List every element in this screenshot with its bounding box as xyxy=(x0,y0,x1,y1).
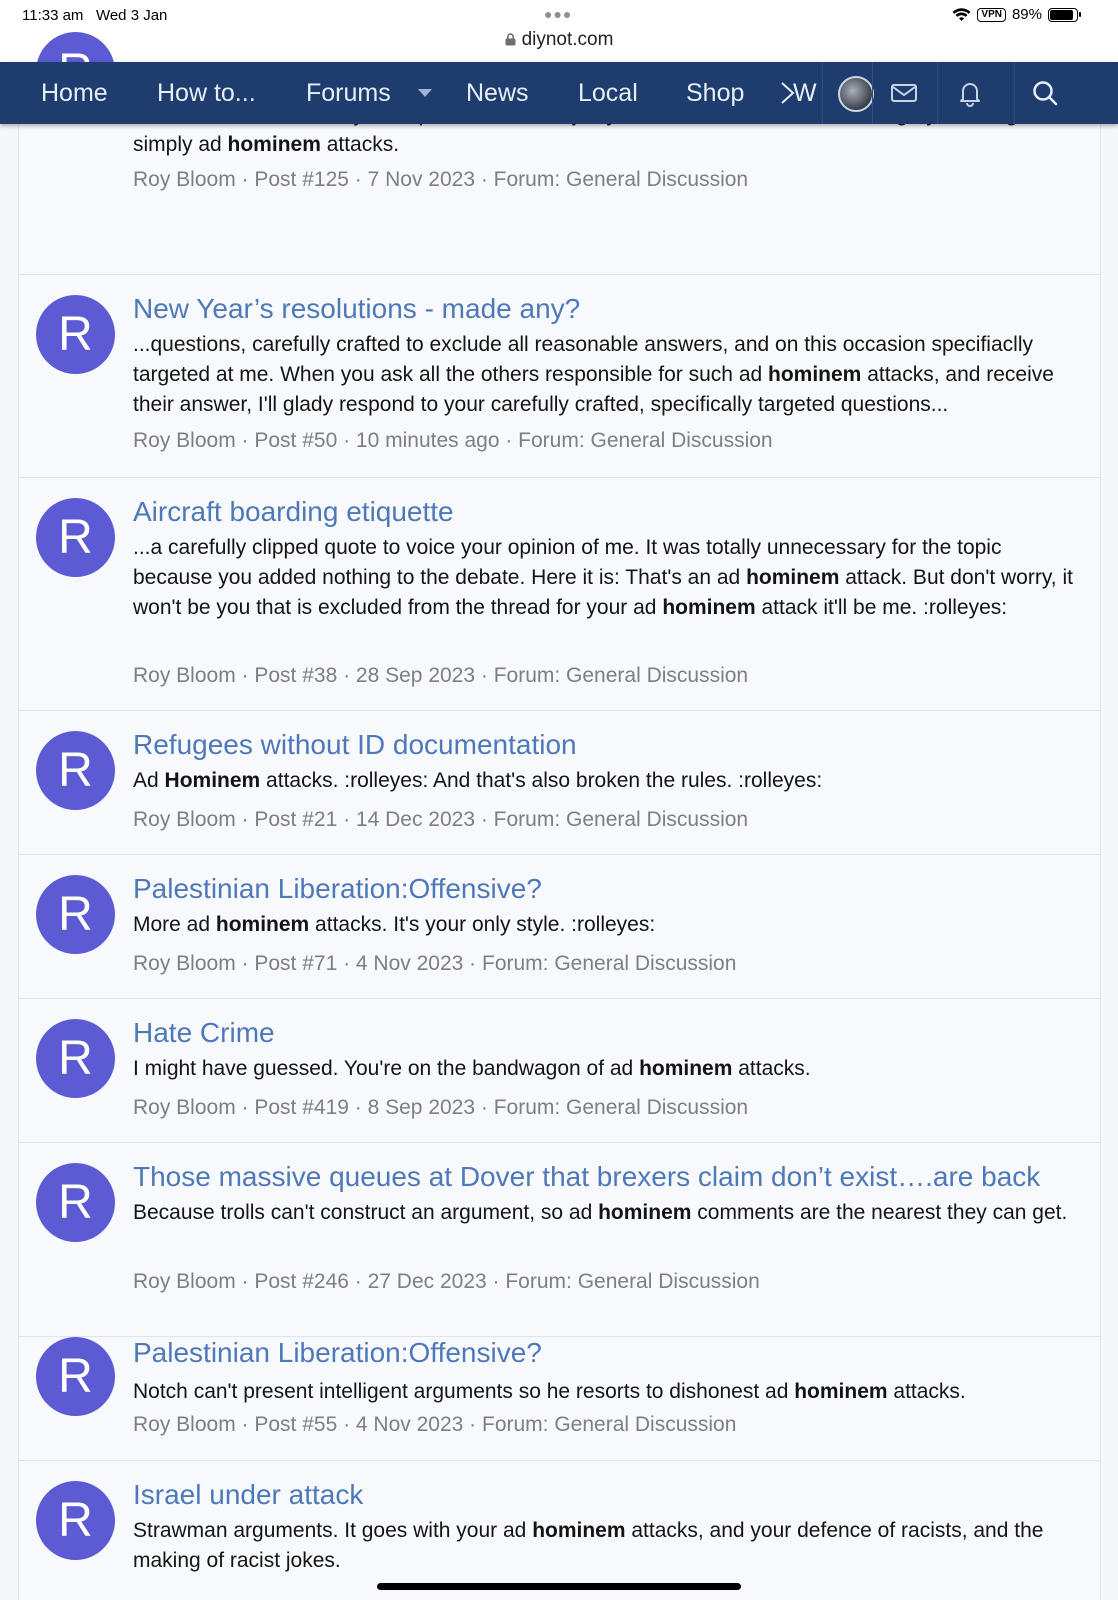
search-result-item[interactable]: R Palestinian Liberation:Offensive? Notch … xyxy=(18,1337,1101,1461)
search-result-item[interactable]: R Palestinian Liberation:Offensive? More a… xyxy=(18,855,1101,999)
snippet-text: attack it'll be me. :rolleyes: xyxy=(755,596,1008,619)
result-meta[interactable]: Roy Bloom · Post #125 · 7 Nov 2023 · For… xyxy=(133,168,748,192)
lock-icon xyxy=(505,33,516,46)
result-title-link[interactable]: Palestinian Liberation:Offensive? xyxy=(133,873,542,905)
home-indicator xyxy=(377,1583,741,1590)
search-keyword-highlight: hominem xyxy=(215,913,310,936)
nav-local[interactable]: Local xyxy=(578,62,638,124)
result-title-link[interactable]: Aircraft boarding etiquette xyxy=(133,496,454,528)
search-result-item[interactable]: R Hate Crime I might have guessed. You're … xyxy=(18,999,1101,1143)
snippet-text: comments are the nearest they can get. xyxy=(691,1201,1068,1224)
snippet-text: attacks. xyxy=(732,1057,811,1080)
vpn-badge: VPN xyxy=(977,7,1006,22)
search-result-item[interactable]: R Aircraft boarding etiquette ...a careful… xyxy=(18,478,1101,711)
result-meta[interactable]: Roy Bloom · Post #71 · 4 Nov 2023 · Foru… xyxy=(133,952,736,976)
search-icon[interactable] xyxy=(1031,79,1059,107)
author-avatar[interactable]: R xyxy=(36,1337,115,1416)
author-avatar[interactable]: R xyxy=(36,731,115,810)
result-snippet: Strawman arguments. It goes with your ad… xyxy=(133,1516,1078,1576)
bell-icon[interactable] xyxy=(956,79,984,107)
nav-divider xyxy=(1014,62,1015,124)
search-keyword-highlight: hominem xyxy=(662,596,756,619)
wifi-icon xyxy=(952,7,971,21)
result-title-link[interactable]: Those massive queues at Dover that brexe… xyxy=(133,1161,1040,1193)
result-snippet: Notch can't present intelligent argument… xyxy=(133,1377,1078,1407)
result-snippet: Ad Hominem attacks. :rolleyes: And that'… xyxy=(133,766,1078,796)
result-title-link[interactable]: Hate Crime xyxy=(133,1017,275,1049)
result-title-link[interactable]: Palestinian Liberation:Offensive? xyxy=(133,1337,542,1369)
nav-how-to[interactable]: How to... xyxy=(157,62,256,124)
result-meta[interactable]: Roy Bloom · Post #38 · 28 Sep 2023 · For… xyxy=(133,664,748,688)
nav-forums[interactable]: Forums xyxy=(306,62,391,124)
search-result-item[interactable]: R Those massive queues at Dover that brex… xyxy=(18,1143,1101,1337)
result-snippet: More ad hominem attacks. It's your only … xyxy=(133,910,1078,940)
nav-overflow-item[interactable]: W xyxy=(793,62,821,124)
search-result-item[interactable]: R Israel under attack Strawman arguments. … xyxy=(18,1461,1101,1600)
status-indicators: VPN 89% xyxy=(952,6,1081,23)
result-meta[interactable]: Roy Bloom · Post #419 · 8 Sep 2023 · For… xyxy=(133,1096,748,1120)
snippet-text: attacks. It's your only style. :rolleyes… xyxy=(309,913,656,936)
nav-divider xyxy=(822,62,823,124)
url-text: diynot.com xyxy=(521,29,614,50)
snippet-text: Because trolls can't construct an argume… xyxy=(133,1201,599,1224)
search-keyword-highlight: hominem xyxy=(227,133,321,156)
author-avatar[interactable]: R xyxy=(36,1163,115,1242)
author-avatar[interactable]: R xyxy=(36,1481,115,1560)
author-avatar[interactable]: R xyxy=(36,498,115,577)
snippet-text: Strawman arguments. It goes with your ad xyxy=(133,1519,533,1542)
forums-dropdown-icon[interactable] xyxy=(418,89,432,97)
snippet-text: Ad xyxy=(133,769,165,792)
search-keyword-highlight: hominem xyxy=(746,566,840,589)
result-snippet: I might have guessed. You're on the band… xyxy=(133,1054,1078,1084)
search-result-item[interactable]: R Refugees without ID documentation Ad Hom… xyxy=(18,711,1101,855)
battery-percent: 89% xyxy=(1011,6,1042,23)
search-keyword-highlight: hominem xyxy=(532,1519,626,1542)
battery-icon xyxy=(1048,7,1081,22)
search-result-item[interactable]: R New Year’s resolutions - made any? ...qu… xyxy=(18,275,1101,478)
nav-news[interactable]: News xyxy=(466,62,529,124)
author-avatar[interactable]: R xyxy=(36,1019,115,1098)
search-keyword-highlight: hominem xyxy=(794,1380,888,1403)
mail-icon[interactable] xyxy=(890,79,918,107)
snippet-text: attacks. xyxy=(887,1380,966,1403)
result-title-link[interactable]: New Year’s resolutions - made any? xyxy=(133,293,580,325)
more-dots-icon[interactable]: ●●● xyxy=(544,6,572,22)
search-keyword-highlight: hominem xyxy=(639,1057,733,1080)
result-meta[interactable]: Roy Bloom · Post #21 · 14 Dec 2023 · For… xyxy=(133,808,748,832)
nav-home[interactable]: Home xyxy=(41,62,108,124)
result-meta[interactable]: Roy Bloom · Post #50 · 10 minutes ago · … xyxy=(133,429,773,453)
author-avatar[interactable]: R xyxy=(36,295,115,374)
nav-divider xyxy=(937,62,938,124)
result-title-link[interactable]: Israel under attack xyxy=(133,1479,363,1511)
result-title-link[interactable]: Refugees without ID documentation xyxy=(133,729,577,761)
search-keyword-highlight: hominem xyxy=(768,363,862,386)
snippet-text: attacks. :rolleyes: And that's also brok… xyxy=(260,769,823,792)
result-snippet: Because trolls can't construct an argume… xyxy=(133,1198,1078,1228)
nav-shop[interactable]: Shop xyxy=(686,62,744,124)
snippet-text: More ad xyxy=(133,913,216,936)
result-snippet: ...a carefully clipped quote to voice yo… xyxy=(133,533,1078,623)
status-time: 11:33 am Wed 3 Jan xyxy=(22,7,168,24)
author-avatar[interactable]: R xyxy=(36,875,115,954)
main-nav: Home How to... Forums News Local Shop W xyxy=(0,62,1118,124)
snippet-text: attacks. xyxy=(320,133,400,156)
search-keyword-highlight: hominem xyxy=(598,1201,692,1224)
search-keyword-highlight: Hominem xyxy=(164,769,261,792)
result-snippet: ...questions, carefully crafted to exclu… xyxy=(133,330,1078,420)
result-meta[interactable]: Roy Bloom · Post #55 · 4 Nov 2023 · Foru… xyxy=(133,1413,736,1437)
result-meta[interactable]: Roy Bloom · Post #246 · 27 Dec 2023 · Fo… xyxy=(133,1270,760,1294)
ios-status-bar: 11:33 am Wed 3 Jan ●●● VPN 89% diynot.co… xyxy=(0,0,1118,62)
snippet-text: Notch can't present intelligent argument… xyxy=(133,1380,795,1403)
user-avatar[interactable] xyxy=(838,76,874,112)
snippet-text: I might have guessed. You're on the band… xyxy=(133,1057,640,1080)
address-bar[interactable]: diynot.com xyxy=(0,29,1118,51)
nav-divider xyxy=(872,62,873,124)
